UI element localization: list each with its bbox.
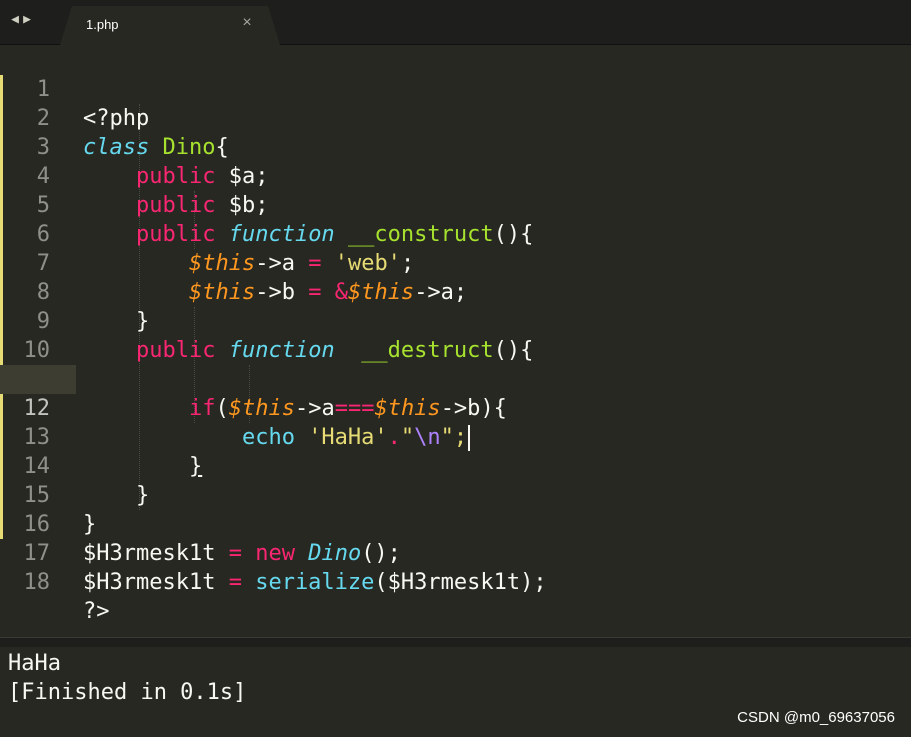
code-line: 11 if($this->a===$this->b){ (0, 336, 911, 421)
code-line: 2 class Dino{ (0, 75, 911, 160)
tab-1-php[interactable]: 1.php × (60, 6, 280, 45)
code-line: 4 public $b; (0, 133, 911, 218)
tab-nav: ◀ ▶ (10, 12, 34, 27)
code-line: 18 ?> (0, 539, 911, 624)
tab-label: 1.php (86, 17, 119, 32)
forward-arrow-icon[interactable]: ▶ (22, 12, 34, 27)
back-arrow-icon[interactable]: ◀ (10, 12, 22, 27)
code-line: 1 <?php (0, 46, 911, 131)
code-line: 16 $H3rmesk1t = new Dino(); (0, 481, 911, 566)
code-line: 5 public function __construct(){ (0, 162, 911, 247)
output-line: [Finished in 0.1s] (8, 680, 247, 705)
tab-bar: ◀ ▶ 1.php × (0, 0, 911, 45)
code-line-current: 12 echo 'HaHa'."\n"; (0, 365, 911, 451)
close-icon[interactable]: × (238, 14, 256, 32)
output-line: HaHa (8, 651, 61, 676)
code-line: 7 $this->b = &$this->a; (0, 220, 911, 305)
code-line: 6 $this->a = 'web'; (0, 191, 911, 276)
code-line: 17 $H3rmesk1t = serialize($H3rmesk1t); (0, 510, 911, 595)
code-line: 15 } (0, 452, 911, 537)
code-line: 14 } (0, 423, 911, 508)
code-line: 3 public $a; (0, 104, 911, 189)
watermark: CSDN @m0_69637056 (737, 709, 895, 726)
code-line: 10 (0, 307, 911, 363)
code-line: 9 public function __destruct(){ (0, 278, 911, 363)
code-editor[interactable]: 1 <?php 2 class Dino{ 3 public $a; 4 pub… (0, 46, 911, 636)
code-line: 8 } (0, 249, 911, 334)
code-line: 13 } (0, 394, 911, 479)
line-number: 18 (23, 570, 51, 595)
